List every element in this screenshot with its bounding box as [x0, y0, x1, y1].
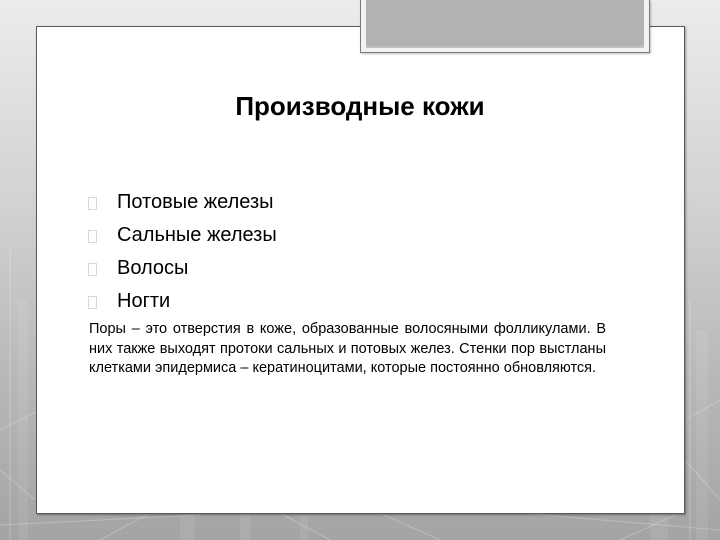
- bullet-list: Потовые железы Сальные железы Волосы Ног…: [88, 186, 277, 318]
- decorative-tab: [360, 0, 650, 53]
- list-item: Ногти: [88, 285, 277, 318]
- bullet-icon: [88, 263, 97, 276]
- list-item-label: Сальные железы: [117, 224, 277, 246]
- description-paragraph: Поры – это отверстия в коже, образованны…: [89, 321, 606, 376]
- bullet-icon: [88, 230, 97, 243]
- list-item: Сальные железы: [88, 219, 277, 252]
- slide-title: Производные кожи: [235, 91, 485, 121]
- list-item-label: Потовые железы: [117, 191, 274, 213]
- bullet-icon: [88, 197, 97, 210]
- list-item: Волосы: [88, 252, 277, 285]
- bullet-icon: [88, 296, 97, 309]
- list-item: Потовые железы: [88, 186, 277, 219]
- decorative-tab-fill: [366, 0, 644, 48]
- list-item-label: Волосы: [117, 257, 189, 279]
- list-item-label: Ногти: [117, 290, 171, 312]
